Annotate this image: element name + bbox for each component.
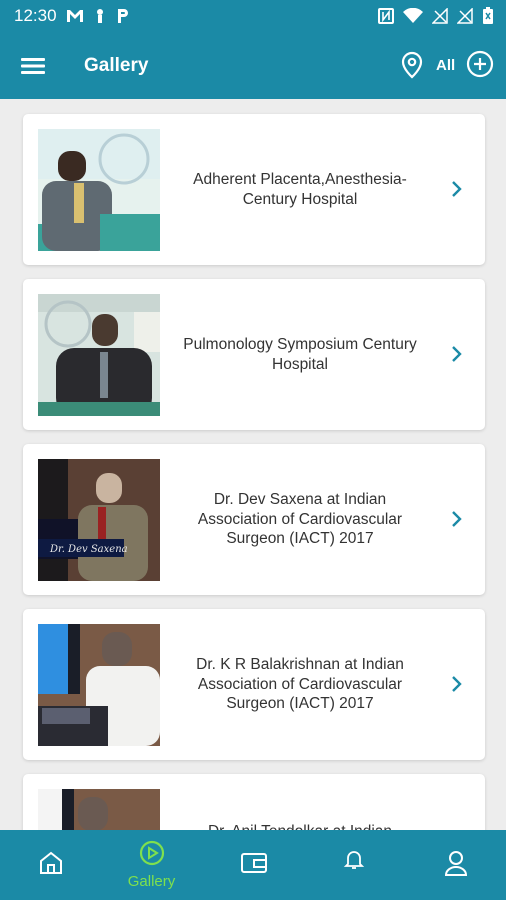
filter-all-button[interactable]: All [436, 57, 455, 74]
parking-icon [118, 9, 128, 23]
wifi-icon [403, 8, 423, 23]
location-pin-icon [401, 51, 423, 79]
gmail-icon [67, 10, 83, 22]
battery-icon [483, 7, 493, 24]
menu-icon [21, 58, 45, 74]
add-circle-icon [466, 50, 494, 78]
gallery-thumbnail [38, 294, 160, 416]
status-time: 12:30 [14, 6, 57, 25]
gallery-thumbnail: Dr. Dev Saxena [38, 459, 160, 581]
gallery-title: Dr. K R Balakrishnan at Indian Associati… [196, 656, 404, 713]
gallery-card[interactable]: Adherent Placenta,Anesthesia-Century Hos… [23, 114, 485, 265]
phone-icon [97, 9, 103, 23]
gallery-list[interactable]: Adherent Placenta,Anesthesia-Century Hos… [0, 99, 506, 830]
signal-off-icon [432, 8, 448, 24]
nav-gallery-label: Gallery [127, 873, 176, 890]
home-icon [40, 851, 62, 874]
gallery-thumbnail [38, 624, 160, 746]
location-button[interactable] [399, 51, 425, 79]
page-title: Gallery [84, 55, 149, 76]
chevron-right-icon[interactable] [451, 345, 463, 363]
gallery-title: Pulmonology Symposium Century Hospital [183, 336, 417, 373]
nav-profile[interactable] [404, 830, 505, 900]
chevron-right-icon[interactable] [451, 180, 463, 198]
gallery-thumbnail [38, 789, 160, 830]
app-bar: Gallery All [0, 32, 506, 99]
status-bar: 12:30 [0, 0, 506, 32]
gallery-card[interactable]: Pulmonology Symposium Century Hospital [23, 279, 485, 430]
wallet-icon [241, 853, 267, 873]
gallery-card[interactable]: Dr. Dev Saxena Dr. Dev Saxena at Indian … [23, 444, 485, 595]
menu-button[interactable] [20, 53, 46, 79]
nav-home[interactable] [0, 830, 101, 900]
chevron-right-icon[interactable] [451, 510, 463, 528]
gallery-card[interactable]: Dr. K R Balakrishnan at Indian Associati… [23, 609, 485, 760]
nav-gallery[interactable]: Gallery [101, 830, 202, 900]
bottom-nav: Gallery [0, 830, 506, 900]
gallery-title: Dr. Dev Saxena at Indian Association of … [197, 491, 403, 548]
user-icon [444, 851, 468, 876]
nfc-icon [378, 8, 394, 24]
gallery-title: Dr. Anil Tendolkar at Indian [175, 774, 425, 830]
play-circle-icon [139, 840, 165, 866]
gallery-card[interactable]: Dr. Anil Tendolkar at Indian [23, 774, 485, 830]
bell-icon [343, 851, 365, 869]
gallery-title: Adherent Placenta,Anesthesia-Century Hos… [193, 171, 407, 208]
chevron-right-icon[interactable] [451, 675, 463, 693]
svg-text:Dr. Dev Saxena: Dr. Dev Saxena [49, 544, 128, 555]
nav-wallet[interactable] [202, 830, 303, 900]
add-button[interactable] [466, 50, 494, 78]
gallery-thumbnail [38, 129, 160, 251]
signal-off-icon-2 [457, 8, 473, 24]
nav-notifications[interactable] [303, 830, 404, 900]
